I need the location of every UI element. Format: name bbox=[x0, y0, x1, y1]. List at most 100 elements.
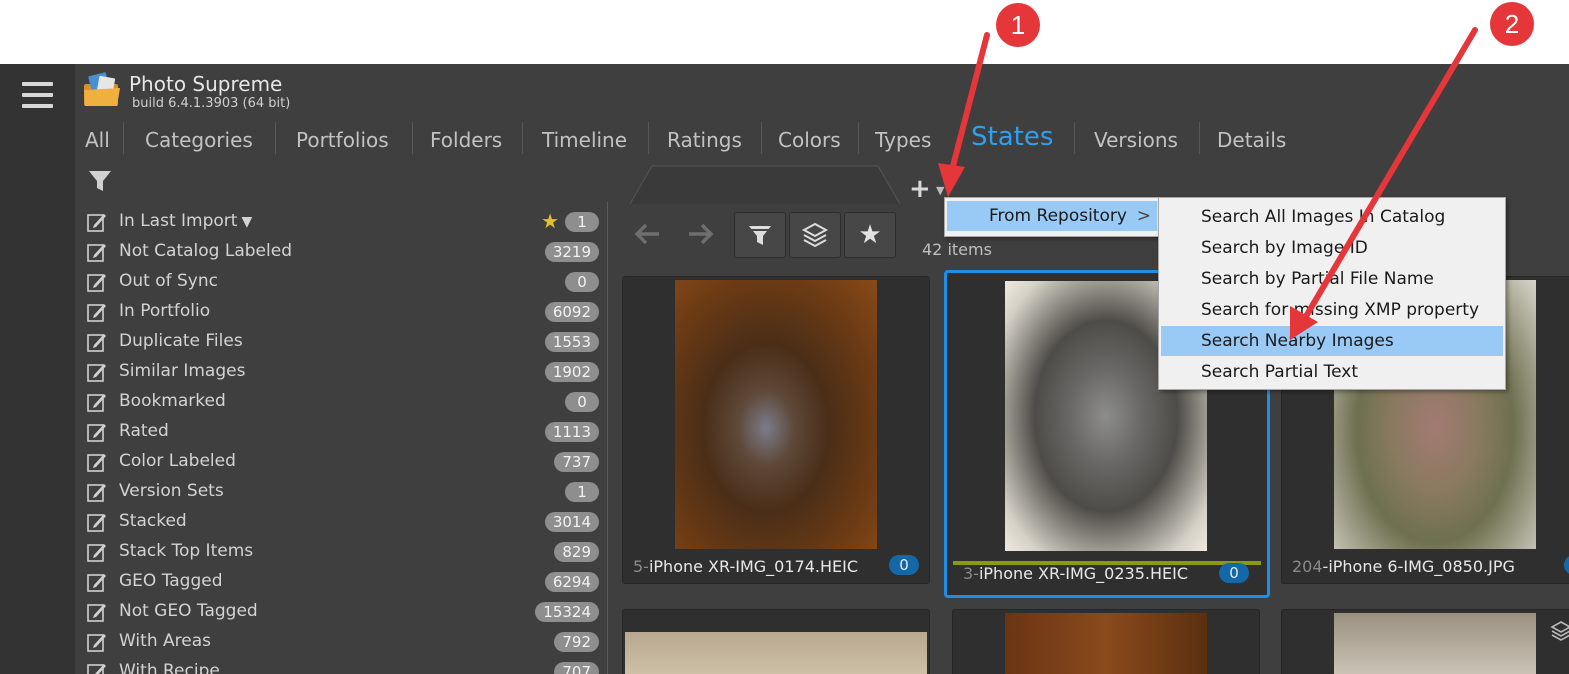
state-item-with-areas[interactable]: With Areas 792 bbox=[75, 626, 607, 656]
state-item-stacked[interactable]: Stacked 3014 bbox=[75, 506, 607, 536]
state-item-not-geo-tagged[interactable]: Not GEO Tagged 15324 bbox=[75, 596, 607, 626]
photo-preview bbox=[1005, 613, 1207, 674]
state-item-with-recipe[interactable]: With Recipe 707 bbox=[75, 656, 607, 674]
hamburger-menu-icon[interactable] bbox=[22, 82, 53, 110]
edit-icon[interactable] bbox=[87, 512, 107, 532]
filter-icon[interactable] bbox=[734, 212, 786, 258]
thumbnail-card[interactable]: 5-iPhone XR-IMG_0174.HEIC 0 bbox=[622, 276, 930, 584]
edit-icon[interactable] bbox=[87, 212, 107, 232]
menu-item-search-all-images[interactable]: Search All Images In Catalog bbox=[1161, 202, 1503, 232]
state-count-badge: 829 bbox=[554, 542, 599, 562]
tab-separator bbox=[1199, 122, 1200, 154]
state-item-in-last-import[interactable]: In Last Import ▼ ★ 1 bbox=[75, 206, 607, 236]
filter-icon[interactable] bbox=[86, 164, 114, 196]
state-label: In Portfolio bbox=[119, 301, 211, 321]
state-count-badge: 1 bbox=[565, 482, 599, 502]
edit-icon[interactable] bbox=[87, 662, 107, 674]
state-item-rated[interactable]: Rated 1113 bbox=[75, 416, 607, 446]
layers-icon[interactable] bbox=[789, 212, 841, 258]
state-count-badge: 6092 bbox=[544, 302, 599, 322]
tab-separator bbox=[761, 122, 762, 154]
from-repository-submenu: Search All Images In Catalog Search by I… bbox=[1158, 197, 1506, 390]
tab-categories[interactable]: Categories bbox=[145, 128, 253, 152]
edit-icon[interactable] bbox=[87, 602, 107, 622]
tab-portfolios[interactable]: Portfolios bbox=[296, 128, 389, 152]
state-item-in-portfolio[interactable]: In Portfolio 6092 bbox=[75, 296, 607, 326]
thumbnail-count-badge: 0 bbox=[889, 555, 919, 575]
tab-separator bbox=[412, 122, 413, 154]
forward-arrow-icon[interactable] bbox=[676, 212, 726, 256]
tab-all[interactable]: All bbox=[85, 128, 110, 152]
state-label: Not GEO Tagged bbox=[119, 601, 258, 621]
thumbnail-card[interactable] bbox=[1281, 609, 1569, 674]
state-label: With Recipe bbox=[119, 661, 220, 674]
thumbnail-card[interactable] bbox=[622, 609, 930, 674]
tab-ratings[interactable]: Ratings bbox=[667, 128, 742, 152]
menu-item-search-missing-xmp[interactable]: Search for missing XMP property bbox=[1161, 295, 1503, 325]
state-count-badge: 6294 bbox=[544, 572, 599, 592]
thumbnail-card[interactable] bbox=[952, 609, 1260, 674]
state-label: Not Catalog Labeled bbox=[119, 241, 292, 261]
menu-item-search-partial-text[interactable]: Search Partial Text bbox=[1161, 357, 1503, 387]
star-icon[interactable]: ★ bbox=[844, 212, 896, 258]
tab-timeline[interactable]: Timeline bbox=[542, 128, 627, 152]
state-label: Out of Sync bbox=[119, 271, 218, 291]
state-label: Similar Images bbox=[119, 361, 246, 381]
edit-icon[interactable] bbox=[87, 362, 107, 382]
state-count-badge: 1 bbox=[565, 212, 599, 232]
file-name: 204-iPhone 6-IMG_0850.JPG bbox=[1292, 557, 1515, 576]
state-item-not-catalog-labeled[interactable]: Not Catalog Labeled 3219 bbox=[75, 236, 607, 266]
state-label: Stacked bbox=[119, 511, 187, 531]
edit-icon[interactable] bbox=[87, 542, 107, 562]
edit-icon[interactable] bbox=[87, 272, 107, 292]
state-item-bookmarked[interactable]: Bookmarked 0 bbox=[75, 386, 607, 416]
tab-separator bbox=[858, 122, 859, 154]
state-count-badge: 15324 bbox=[535, 602, 599, 622]
photo-supreme-logo bbox=[84, 72, 120, 106]
thumbnail-toolbar: ★ bbox=[620, 210, 910, 258]
state-count-badge: 707 bbox=[554, 662, 599, 674]
tab-details[interactable]: Details bbox=[1217, 128, 1286, 152]
state-item-geo-tagged[interactable]: GEO Tagged 6294 bbox=[75, 566, 607, 596]
edit-icon[interactable] bbox=[87, 332, 107, 352]
state-label: GEO Tagged bbox=[119, 571, 223, 591]
edit-icon[interactable] bbox=[87, 632, 107, 652]
back-arrow-icon[interactable] bbox=[622, 212, 672, 256]
menu-item-search-by-image-id[interactable]: Search by Image ID bbox=[1161, 233, 1503, 263]
state-count-badge: 1902 bbox=[544, 362, 599, 382]
tab-states[interactable]: States bbox=[971, 122, 1053, 152]
app-title: Photo Supreme bbox=[129, 72, 283, 96]
tab-separator bbox=[648, 122, 649, 154]
tab-separator bbox=[275, 122, 276, 154]
state-count-badge: 792 bbox=[554, 632, 599, 652]
tab-types[interactable]: Types bbox=[875, 128, 931, 152]
state-label: In Last Import ▼ bbox=[119, 211, 253, 231]
tab-colors[interactable]: Colors bbox=[778, 128, 841, 152]
menu-item-search-partial-file-name[interactable]: Search by Partial File Name bbox=[1161, 264, 1503, 294]
callout-1: 1 bbox=[996, 3, 1040, 47]
layers-icon bbox=[1550, 621, 1569, 641]
state-item-duplicate-files[interactable]: Duplicate Files 1553 bbox=[75, 326, 607, 356]
menu-item-search-nearby-images[interactable]: Search Nearby Images bbox=[1161, 326, 1503, 356]
edit-icon[interactable] bbox=[87, 242, 107, 262]
edit-icon[interactable] bbox=[87, 422, 107, 442]
state-item-color-labeled[interactable]: Color Labeled 737 bbox=[75, 446, 607, 476]
tab-versions[interactable]: Versions bbox=[1094, 128, 1178, 152]
state-label: With Areas bbox=[119, 631, 211, 651]
tab-folders[interactable]: Folders bbox=[430, 128, 502, 152]
state-item-out-of-sync[interactable]: Out of Sync 0 bbox=[75, 266, 607, 296]
file-name: 3-iPhone XR-IMG_0235.HEIC bbox=[963, 564, 1189, 583]
add-view-dropdown-icon[interactable]: ▼ bbox=[936, 184, 944, 197]
menu-item-from-repository[interactable]: From Repository > bbox=[947, 201, 1157, 231]
state-item-similar-images[interactable]: Similar Images 1902 bbox=[75, 356, 607, 386]
edit-icon[interactable] bbox=[87, 392, 107, 412]
edit-icon[interactable] bbox=[87, 572, 107, 592]
state-item-stack-top-items[interactable]: Stack Top Items 829 bbox=[75, 536, 607, 566]
edit-icon[interactable] bbox=[87, 482, 107, 502]
edit-icon[interactable] bbox=[87, 452, 107, 472]
app-build: build 6.4.1.3903 (64 bit) bbox=[132, 96, 291, 111]
add-view-button[interactable]: + bbox=[909, 174, 931, 204]
edit-icon[interactable] bbox=[87, 302, 107, 322]
state-item-version-sets[interactable]: Version Sets 1 bbox=[75, 476, 607, 506]
view-tab[interactable] bbox=[630, 164, 900, 204]
